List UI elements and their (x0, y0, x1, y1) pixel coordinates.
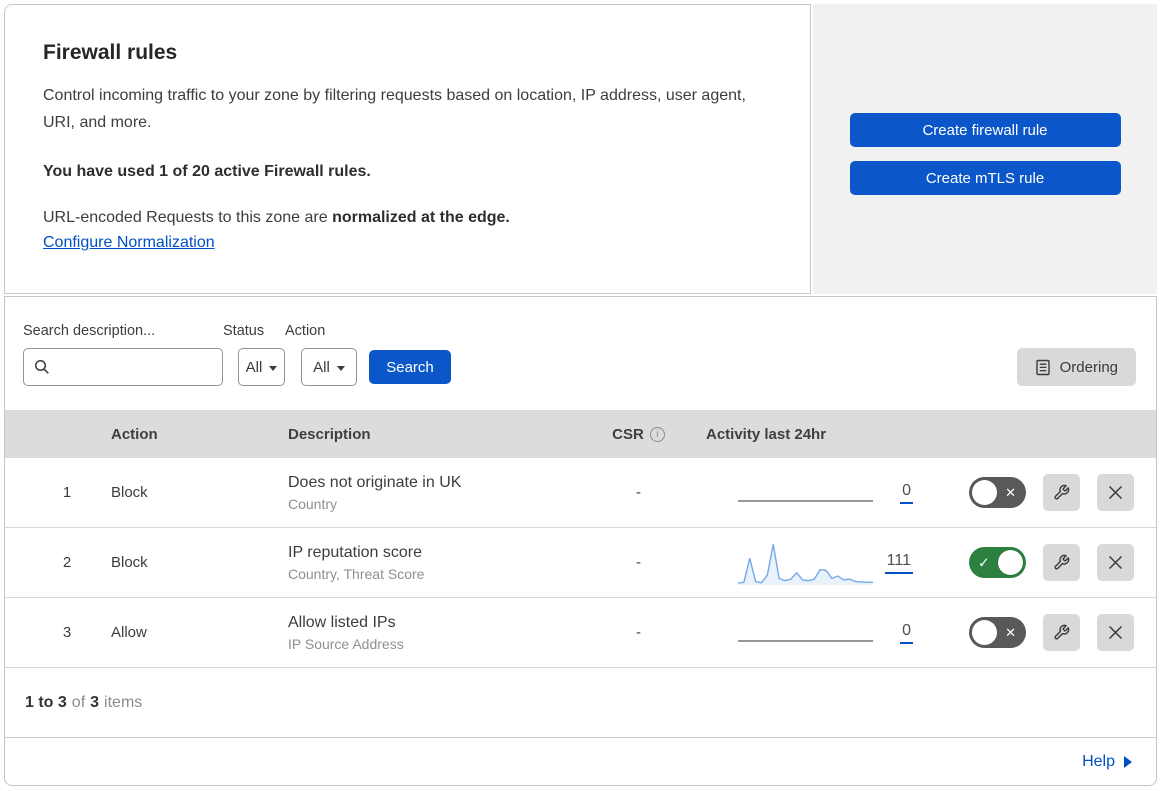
column-header-csr: CSR (612, 426, 644, 443)
delete-rule-button[interactable] (1097, 544, 1134, 581)
table-row: 2 Block IP reputation score Country, Thr… (5, 528, 1156, 598)
firewall-rules-card: Search description... Status All Action … (4, 296, 1157, 786)
rule-priority: 2 (5, 554, 101, 571)
usage-note: You have used 1 of 20 active Firewall ru… (43, 163, 766, 181)
x-icon: ✕ (1005, 485, 1016, 501)
info-icon[interactable]: i (650, 427, 665, 442)
rule-enabled-toggle[interactable]: ✓ ✕ (969, 477, 1026, 508)
normalization-emphasis: normalized at the edge. (332, 209, 510, 226)
activity-sparkline (738, 541, 873, 585)
rule-csr-value: - (581, 554, 696, 571)
table-header: Action Description CSR i Activity last 2… (5, 410, 1156, 458)
create-mtls-rule-button[interactable]: Create mTLS rule (850, 161, 1121, 195)
activity-count-link[interactable]: 111 (885, 552, 913, 574)
pagination-of: of (72, 694, 85, 712)
wrench-icon (1053, 624, 1070, 641)
rule-priority: 3 (5, 624, 101, 641)
rule-action: Allow (101, 624, 274, 641)
edit-rule-button[interactable] (1043, 544, 1080, 581)
create-firewall-rule-button[interactable]: Create firewall rule (850, 113, 1121, 147)
rule-fields: Country (288, 496, 581, 512)
x-icon: ✕ (1005, 625, 1016, 641)
ordering-button-label: Ordering (1060, 359, 1118, 376)
top-section: Firewall rules Control incoming traffic … (4, 4, 1157, 294)
rule-fields: IP Source Address (288, 636, 581, 652)
configure-normalization-link[interactable]: Configure Normalization (43, 234, 215, 251)
rule-csr-value: - (581, 624, 696, 641)
rule-fields: Country, Threat Score (288, 566, 581, 582)
rule-description: IP reputation score (288, 544, 581, 562)
search-button[interactable]: Search (369, 350, 451, 384)
help-bar: Help (5, 737, 1156, 785)
rule-priority: 1 (5, 484, 101, 501)
rule-description: Does not originate in UK (288, 474, 581, 492)
close-icon (1107, 484, 1124, 501)
page-title: Firewall rules (43, 41, 766, 65)
actions-panel: Create firewall rule Create mTLS rule (813, 4, 1157, 294)
edit-rule-button[interactable] (1043, 614, 1080, 651)
column-header-activity: Activity last 24hr (696, 426, 921, 443)
ordering-list-icon (1035, 359, 1051, 376)
activity-sparkline (738, 471, 873, 515)
help-link-label: Help (1082, 753, 1115, 771)
rule-action: Block (101, 484, 274, 501)
toggle-knob (972, 480, 997, 505)
ordering-button[interactable]: Ordering (1017, 348, 1136, 386)
help-link[interactable]: Help (1082, 753, 1132, 771)
wrench-icon (1053, 554, 1070, 571)
check-icon: ✓ (978, 554, 990, 571)
search-input[interactable] (58, 359, 212, 376)
rule-description: Allow listed IPs (288, 614, 581, 632)
table-row: 3 Allow Allow listed IPs IP Source Addre… (5, 598, 1156, 668)
pagination-range: 1 to 3 (25, 694, 67, 712)
action-dropdown-value: All (313, 359, 330, 376)
close-icon (1107, 554, 1124, 571)
rule-enabled-toggle[interactable]: ✓ ✕ (969, 547, 1026, 578)
rule-enabled-toggle[interactable]: ✓ ✕ (969, 617, 1026, 648)
column-header-description: Description (274, 426, 581, 443)
toggle-knob (998, 550, 1023, 575)
action-dropdown[interactable]: All (301, 348, 357, 386)
filter-bar: Search description... Status All Action … (5, 297, 1156, 410)
activity-sparkline (738, 611, 873, 655)
wrench-icon (1053, 484, 1070, 501)
activity-count-link[interactable]: 0 (900, 622, 913, 644)
search-input-container[interactable] (23, 348, 223, 386)
status-dropdown[interactable]: All (238, 348, 285, 386)
pagination-total: 3 (90, 694, 99, 712)
toggle-knob (972, 620, 997, 645)
action-filter-label: Action (285, 323, 357, 339)
chevron-down-icon (337, 366, 345, 371)
table-row: 1 Block Does not originate in UK Country… (5, 458, 1156, 528)
chevron-down-icon (269, 366, 277, 371)
rule-action: Block (101, 554, 274, 571)
status-dropdown-value: All (246, 359, 263, 376)
delete-rule-button[interactable] (1097, 614, 1134, 651)
column-header-action: Action (101, 426, 274, 443)
search-label: Search description... (23, 323, 223, 339)
delete-rule-button[interactable] (1097, 474, 1134, 511)
normalization-text: URL-encoded Requests to this zone are (43, 209, 332, 226)
chevron-right-icon (1124, 756, 1132, 768)
intro-description: Control incoming traffic to your zone by… (43, 82, 758, 136)
close-icon (1107, 624, 1124, 641)
intro-card: Firewall rules Control incoming traffic … (4, 4, 811, 294)
pagination-items: items (104, 694, 142, 712)
edit-rule-button[interactable] (1043, 474, 1080, 511)
status-filter-label: Status (223, 323, 285, 339)
pagination-summary: 1 to 3 of 3 items (5, 668, 1156, 737)
search-icon (34, 359, 50, 375)
normalization-note: URL-encoded Requests to this zone are no… (43, 209, 766, 227)
activity-count-link[interactable]: 0 (900, 482, 913, 504)
rule-csr-value: - (581, 484, 696, 501)
